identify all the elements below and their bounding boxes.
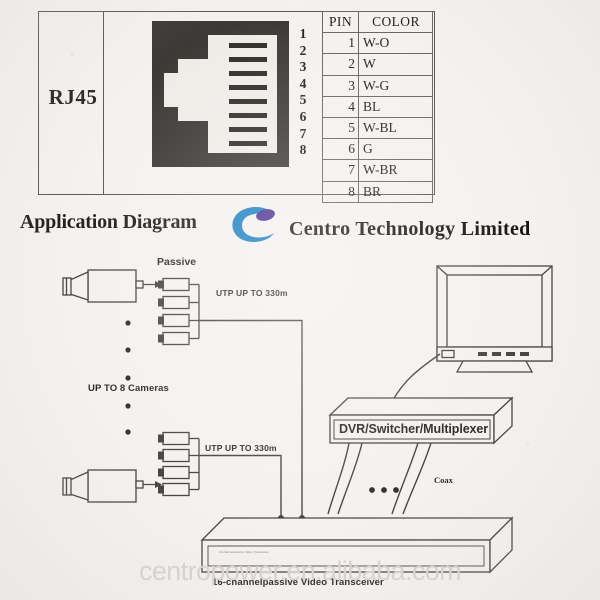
brand-name: Centro Technology Limited	[289, 218, 531, 240]
table-row: 2 W	[322, 53, 433, 76]
jack-pin-contact	[229, 113, 267, 118]
cell-color: W	[358, 53, 433, 76]
table-header-row: PIN COLOR	[322, 10, 433, 34]
cell-pin: 1	[322, 32, 359, 55]
passive-label: Passive	[157, 256, 197, 268]
jack-latch-tab-shape	[178, 59, 210, 121]
transceiver-face-label: 16-channelpassive Video Transceiver	[219, 550, 269, 554]
table-row: 3 W-G	[322, 74, 433, 97]
site-watermark: centropower.en.alibaba.com	[138, 556, 462, 586]
camera-top-icon	[62, 269, 144, 303]
application-diagram-title: Application Diagram	[20, 211, 197, 233]
application-diagram: Passive UTP UP TO 330m UTP UP TO 330m UP…	[0, 250, 600, 590]
pin-number-column: 1 2 3 4 5 6 7 8	[295, 26, 311, 159]
cell-color: G	[358, 138, 433, 161]
jack-latch-tip-shape	[164, 73, 182, 107]
utp-label-bottom: UTP UP TO 330m	[205, 443, 277, 453]
pin-number: 2	[299, 42, 307, 58]
table-row: 7 W-BR	[322, 159, 433, 182]
centro-logo-icon	[232, 207, 275, 242]
diagram-canvas	[62, 265, 553, 574]
pin-number: 5	[299, 92, 307, 108]
table-row: 1 W-O	[322, 32, 433, 55]
coax-label: Coax	[434, 475, 453, 485]
cell-color: W-G	[358, 74, 433, 97]
cell-color: BR	[358, 180, 433, 203]
monitor-icon	[436, 265, 553, 373]
cell-pin: 7	[322, 159, 359, 182]
table-row: 5 W-BL	[322, 116, 433, 140]
pin-number: 4	[299, 75, 307, 91]
rj45-label: RJ45	[48, 85, 98, 109]
rj45-jack-icon	[152, 21, 289, 167]
dvr-box-label: DVR/Switcher/Multiplexer	[339, 422, 489, 436]
balun-group-top	[158, 277, 200, 346]
dvr-box-icon	[328, 396, 514, 445]
cell-color: BL	[358, 95, 433, 118]
jack-pin-contact	[229, 57, 267, 62]
cell-pin: 5	[322, 116, 359, 140]
jack-pin-contact	[229, 71, 267, 76]
column-header-pin: PIN	[322, 10, 359, 34]
table-row: 4 BL	[322, 95, 433, 118]
table-row: 6 G	[322, 138, 433, 161]
balun-group-bottom	[158, 431, 200, 497]
cell-color: W-BR	[358, 159, 433, 182]
jack-body-shape	[208, 35, 277, 153]
column-header-color: COLOR	[358, 10, 433, 34]
spec-box-divider	[103, 12, 104, 194]
pin-number: 3	[299, 59, 307, 75]
camera-bottom-icon	[62, 469, 144, 503]
pin-number: 8	[299, 142, 307, 158]
cell-pin: 4	[322, 95, 359, 118]
pin-number: 7	[299, 125, 307, 141]
cameras-count-label: UP TO 8 Cameras	[88, 383, 169, 394]
jack-pin-contact	[229, 43, 267, 48]
pin-color-table: PIN COLOR 1 W-O 2 W 3 W-G 4 BL 5 W-BL 6 …	[322, 10, 433, 203]
coax-lines	[327, 442, 432, 515]
table-row: 8 BR	[322, 180, 433, 203]
cell-color: W-BL	[358, 116, 433, 140]
cell-pin: 6	[322, 138, 359, 161]
jack-pin-contact	[229, 99, 267, 104]
utp-label-top: UTP UP TO 330m	[216, 288, 288, 298]
cell-color: W-O	[358, 32, 433, 55]
more-cameras-dots	[125, 320, 131, 435]
pin-number: 1	[299, 26, 307, 41]
coax-more-dots	[369, 487, 399, 493]
jack-pin-contact	[229, 141, 267, 146]
cell-pin: 2	[322, 53, 359, 76]
jack-pin-contact	[229, 85, 267, 90]
jack-pin-contact	[229, 127, 267, 132]
cell-pin: 3	[322, 74, 359, 97]
cell-pin: 8	[322, 180, 359, 203]
pin-number: 6	[299, 108, 307, 124]
